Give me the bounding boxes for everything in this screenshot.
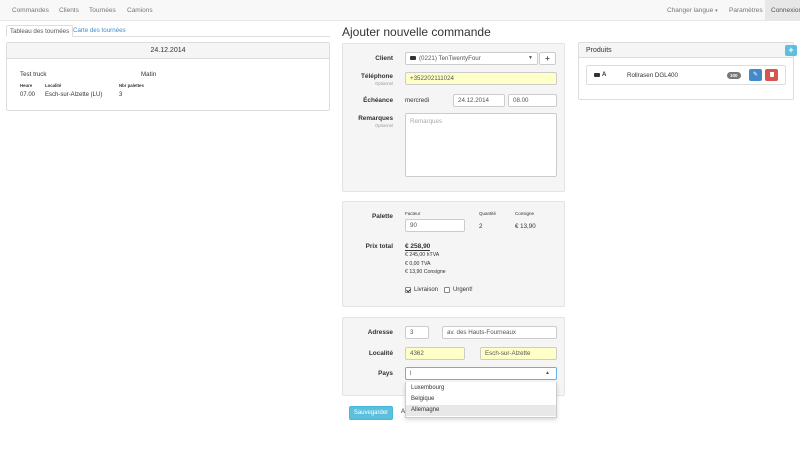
caret-up-icon: ▲	[545, 370, 550, 376]
localite-ville-input[interactable]: Esch-sur-Alzette	[480, 347, 557, 360]
pays-option-belgique[interactable]: Belgique	[406, 394, 556, 405]
nav-tournees[interactable]: Tournées	[89, 0, 116, 21]
form-panel-prix: Palette Facteur Quantité Consigne 90 2 €…	[342, 201, 565, 307]
pays-dropdown: Luxembourg Belgique Allemagne	[405, 382, 557, 418]
chevron-down-icon: ▼	[528, 55, 533, 61]
nav-changer-langue-label: Changer langue	[667, 7, 714, 14]
produits-panel: Produits A Rollrasen DGL400 100 ✎	[578, 42, 794, 100]
prix-htva: € 245,00 hTVA	[405, 252, 440, 258]
pays-select-value: l	[410, 370, 412, 377]
adresse-label: Adresse	[367, 329, 393, 336]
echeance-date-input[interactable]: 24.12.2014	[453, 94, 505, 107]
facteur-input[interactable]: 90	[405, 219, 465, 232]
urgent-label: Urgent!	[453, 287, 473, 293]
col-localite: Localité	[45, 83, 62, 88]
truck-period: Matin	[141, 71, 157, 78]
edit-produit-button[interactable]: ✎	[749, 69, 762, 81]
consigne-label: Consigne	[515, 211, 535, 216]
pays-label: Pays	[378, 370, 393, 377]
livraison-label: Livraison	[414, 287, 439, 293]
trash-icon	[769, 71, 774, 77]
day-panel-date: 24.12.2014	[7, 43, 329, 59]
telephone-label: Téléphone	[361, 73, 393, 80]
nav-clients[interactable]: Clients	[59, 0, 79, 21]
delete-produit-button[interactable]	[765, 69, 778, 81]
remarques-optional: Optionnel	[375, 123, 393, 128]
pays-option-allemagne[interactable]: Allemagne	[406, 405, 556, 416]
col-palettes: Nbr palettes	[119, 83, 144, 88]
quantite-value: 2	[479, 223, 483, 230]
truck-name: Test truck	[20, 71, 47, 78]
add-produit-button[interactable]: +	[785, 45, 797, 56]
produits-title: Produits	[579, 43, 793, 58]
quantite-label: Quantité	[479, 211, 497, 216]
facteur-label: Facteur	[405, 211, 421, 216]
produit-quantity-badge: 100	[727, 72, 741, 79]
navbar: Commandes Clients Tournées Camions Chang…	[0, 0, 800, 21]
nav-commandes[interactable]: Commandes	[12, 0, 49, 21]
echeance-label: Échéance	[363, 97, 393, 104]
nav-changer-langue[interactable]: Changer langue ▾	[667, 0, 718, 21]
client-label: Client	[375, 55, 393, 62]
remarques-placeholder: Remarques	[410, 118, 442, 125]
telephone-input[interactable]: +352202111024	[405, 72, 557, 85]
form-panel-client: Client (0221) TenTwentyFour ▼ + Téléphon…	[342, 43, 565, 192]
localite-cp-input[interactable]: 4362	[405, 347, 465, 360]
echeance-day: mercredi	[405, 97, 430, 104]
tournees-tabs: Tableau des tournées Carte des tournées	[6, 25, 330, 37]
nav-camions[interactable]: Camions	[127, 0, 153, 21]
palette-label: Palette	[372, 213, 393, 220]
pencil-icon: ✎	[752, 72, 759, 78]
produit-item: A Rollrasen DGL400 100 ✎	[586, 65, 786, 85]
tab-carte-tournees[interactable]: Carte des tournées	[70, 25, 129, 37]
row-palettes: 3	[119, 92, 123, 98]
echeance-time-input[interactable]: 08.00	[508, 94, 557, 107]
remarques-textarea[interactable]: Remarques	[405, 113, 557, 177]
row-heure: 07.00	[20, 92, 36, 98]
urgent-checkbox[interactable]	[444, 287, 450, 293]
caret-down-icon: ▾	[715, 8, 718, 14]
livraison-checkbox[interactable]	[405, 287, 411, 293]
adresse-rue-input[interactable]: av. des Hauts-Fourneaux	[442, 326, 557, 339]
truck-icon	[594, 73, 600, 77]
truck-icon	[410, 56, 416, 61]
road-icon: A	[602, 72, 607, 78]
prix-total-value: € 258,90	[405, 243, 431, 251]
remarques-label: Remarques	[358, 115, 393, 122]
annuler-button[interactable]: A	[401, 409, 405, 415]
prix-tva: € 0,00 TVA	[405, 261, 431, 267]
page-title: Ajouter nouvelle commande	[342, 25, 491, 39]
client-select-value: (0221) TenTwentyFour	[419, 55, 481, 62]
adresse-numero-input[interactable]: 3	[405, 326, 429, 339]
produit-name: Rollrasen DGL400	[627, 72, 678, 79]
telephone-optional: Optionnel	[375, 81, 393, 86]
localite-label: Localité	[368, 350, 393, 357]
client-select[interactable]: (0221) TenTwentyFour ▼	[405, 52, 538, 65]
prix-consigne: € 13,90 Consigne	[405, 269, 446, 275]
pays-select[interactable]: l ▲	[405, 367, 557, 380]
client-add-button[interactable]: +	[539, 52, 556, 65]
nav-connexion[interactable]: Connexion	[765, 0, 800, 21]
day-panel: 24.12.2014 Test truck Matin Heure Locali…	[6, 42, 330, 111]
save-button[interactable]: Sauvegarder	[349, 406, 393, 420]
pays-option-luxembourg[interactable]: Luxembourg	[406, 383, 556, 394]
col-heure: Heure	[20, 83, 33, 88]
row-localite[interactable]: Esch-sur-Alzette (LU)	[45, 92, 102, 98]
prix-total-label: Prix total	[365, 243, 393, 250]
tab-tableau-tournees[interactable]: Tableau des tournées	[6, 25, 74, 37]
nav-parametres[interactable]: Paramètres	[729, 0, 763, 21]
consigne-value: € 13,90	[515, 223, 536, 230]
